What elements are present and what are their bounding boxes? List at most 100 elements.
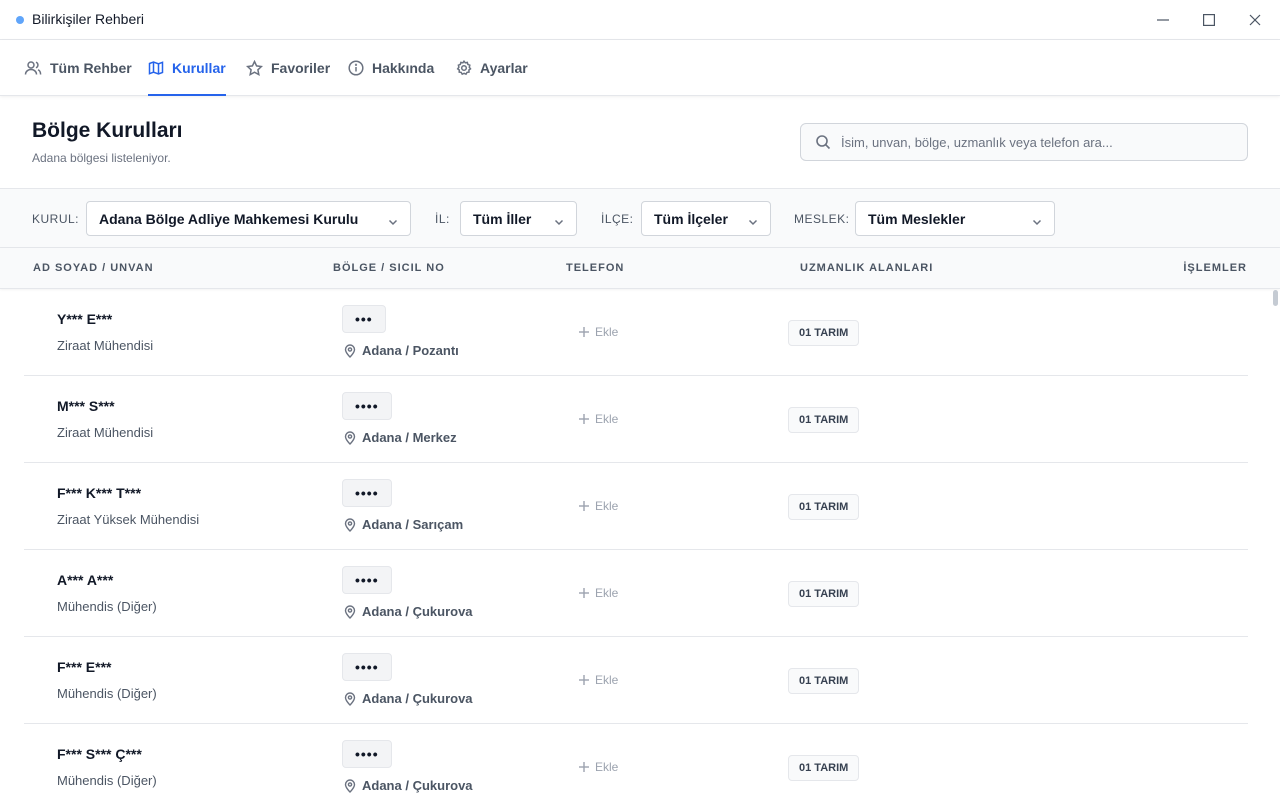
plus-icon bbox=[579, 414, 589, 424]
sicil-no-badge[interactable]: •••• bbox=[342, 479, 392, 507]
kurul-select[interactable]: Adana Bölge Adliye Mahkemesi Kurulu bbox=[86, 201, 411, 236]
map-pin-icon bbox=[344, 604, 356, 619]
column-header-expertise: UZMANLIK ALANLARI bbox=[800, 262, 934, 274]
location-label: Adana / Merkez bbox=[362, 430, 457, 445]
expert-title: Mühendis (Diğer) bbox=[57, 686, 157, 701]
table-row[interactable]: F*** E*** Mühendis (Diğer) •••• Adana / … bbox=[24, 637, 1248, 724]
sicil-no-badge[interactable]: •••• bbox=[342, 392, 392, 420]
add-phone-button[interactable]: Ekle bbox=[579, 325, 618, 339]
location: Adana / Sarıçam bbox=[344, 517, 463, 532]
kurul-filter-label: KURUL: bbox=[32, 212, 80, 226]
expert-name: F*** E*** bbox=[57, 659, 112, 675]
plus-icon bbox=[579, 327, 589, 337]
app-status-dot bbox=[16, 16, 24, 24]
add-phone-button[interactable]: Ekle bbox=[579, 760, 618, 774]
il-select[interactable]: Tüm İller bbox=[460, 201, 577, 236]
il-select-value: Tüm İller bbox=[473, 210, 532, 227]
sicil-no-badge[interactable]: ••• bbox=[342, 305, 386, 333]
expert-title: Mühendis (Diğer) bbox=[57, 599, 157, 614]
expert-name: Y*** E*** bbox=[57, 311, 113, 327]
add-phone-label: Ekle bbox=[595, 586, 619, 600]
expert-title: Ziraat Yüksek Mühendisi bbox=[57, 512, 200, 527]
main-nav: Tüm Rehber Kurullar Favoriler Hakkında A… bbox=[0, 40, 1280, 96]
page-subtitle: Adana bölgesi listeleniyor. bbox=[32, 151, 171, 165]
ilce-select[interactable]: Tüm İlçeler bbox=[641, 201, 771, 236]
add-phone-label: Ekle bbox=[595, 760, 619, 774]
expert-list: Y*** E*** Ziraat Mühendisi ••• Adana / P… bbox=[24, 289, 1248, 800]
map-pin-icon bbox=[344, 343, 356, 358]
meslek-select[interactable]: Tüm Meslekler bbox=[855, 201, 1055, 236]
location-label: Adana / Çukurova bbox=[362, 778, 473, 793]
expert-title: Ziraat Mühendisi bbox=[57, 425, 154, 440]
expert-name: A*** A*** bbox=[57, 572, 114, 588]
location: Adana / Çukurova bbox=[344, 691, 473, 706]
table-row[interactable]: M*** S*** Ziraat Mühendisi •••• Adana / … bbox=[24, 376, 1248, 463]
location-label: Adana / Sarıçam bbox=[362, 517, 464, 532]
location: Adana / Pozantı bbox=[344, 343, 459, 358]
tab-ayarlar[interactable]: Ayarlar bbox=[456, 40, 528, 96]
meslek-select-value: Tüm Meslekler bbox=[868, 210, 966, 227]
location-label: Adana / Çukurova bbox=[362, 604, 473, 619]
search-box[interactable] bbox=[800, 123, 1248, 161]
table-header: AD SOYAD / UNVAN BÖLGE / SICIL NO TELEFO… bbox=[0, 248, 1280, 289]
scrollbar-thumb[interactable] bbox=[1273, 290, 1278, 306]
add-phone-button[interactable]: Ekle bbox=[579, 586, 618, 600]
table-row[interactable]: F*** K*** T*** Ziraat Yüksek Mühendisi •… bbox=[24, 463, 1248, 550]
page-title: Bölge Kurulları bbox=[32, 119, 183, 142]
add-phone-button[interactable]: Ekle bbox=[579, 412, 618, 426]
expert-title: Mühendis (Diğer) bbox=[57, 773, 157, 788]
expertise-tag: 01 TARIM bbox=[788, 755, 860, 781]
sicil-no-badge[interactable]: •••• bbox=[342, 653, 392, 681]
tab-label: Ayarlar bbox=[480, 60, 528, 76]
close-button[interactable] bbox=[1232, 0, 1278, 40]
gear-icon bbox=[456, 60, 472, 76]
add-phone-label: Ekle bbox=[595, 325, 619, 339]
location: Adana / Çukurova bbox=[344, 604, 473, 619]
location: Adana / Merkez bbox=[344, 430, 457, 445]
expert-title: Ziraat Mühendisi bbox=[57, 338, 154, 353]
maximize-icon bbox=[1203, 14, 1215, 26]
minimize-button[interactable] bbox=[1140, 0, 1186, 40]
map-pin-icon bbox=[344, 778, 356, 793]
table-row[interactable]: A*** A*** Mühendis (Diğer) •••• Adana / … bbox=[24, 550, 1248, 637]
tab-label: Tüm Rehber bbox=[50, 60, 132, 76]
tab-kurullar[interactable]: Kurullar bbox=[148, 40, 226, 96]
close-icon bbox=[1249, 14, 1261, 26]
maximize-button[interactable] bbox=[1186, 0, 1232, 40]
expert-name: M*** S*** bbox=[57, 398, 115, 414]
meslek-filter-label: MESLEK: bbox=[794, 212, 850, 226]
map-icon bbox=[148, 61, 164, 75]
plus-icon bbox=[579, 501, 589, 511]
expertise-tag: 01 TARIM bbox=[788, 320, 860, 346]
add-phone-label: Ekle bbox=[595, 499, 619, 513]
location: Adana / Çukurova bbox=[344, 778, 473, 793]
chevron-down-icon bbox=[1032, 214, 1042, 230]
chevron-down-icon bbox=[748, 214, 758, 230]
location-label: Adana / Pozantı bbox=[362, 343, 459, 358]
search-input[interactable] bbox=[841, 134, 1221, 150]
star-icon bbox=[246, 59, 263, 76]
column-header-phone: TELEFON bbox=[566, 262, 625, 274]
tab-tum-rehber[interactable]: Tüm Rehber bbox=[24, 40, 132, 96]
map-pin-icon bbox=[344, 691, 356, 706]
info-icon bbox=[348, 60, 364, 76]
tab-label: Kurullar bbox=[172, 60, 226, 76]
add-phone-label: Ekle bbox=[595, 673, 619, 687]
expertise-tag: 01 TARIM bbox=[788, 668, 860, 694]
sicil-no-badge[interactable]: •••• bbox=[342, 740, 392, 768]
users-icon bbox=[24, 61, 42, 75]
add-phone-button[interactable]: Ekle bbox=[579, 673, 618, 687]
tab-hakkinda[interactable]: Hakkında bbox=[348, 40, 434, 96]
sicil-no-badge[interactable]: •••• bbox=[342, 566, 392, 594]
plus-icon bbox=[579, 675, 589, 685]
tab-label: Favoriler bbox=[271, 60, 331, 76]
add-phone-button[interactable]: Ekle bbox=[579, 499, 618, 513]
expert-name: F*** S*** Ç*** bbox=[57, 746, 142, 762]
column-header-name: AD SOYAD / UNVAN bbox=[33, 262, 154, 274]
title-bar: Bilirkişiler Rehberi bbox=[0, 0, 1280, 40]
tab-favoriler[interactable]: Favoriler bbox=[246, 40, 330, 96]
table-row[interactable]: F*** S*** Ç*** Mühendis (Diğer) •••• Ada… bbox=[24, 724, 1248, 800]
expertise-tag: 01 TARIM bbox=[788, 407, 860, 433]
expert-name: F*** K*** T*** bbox=[57, 485, 142, 501]
table-row[interactable]: Y*** E*** Ziraat Mühendisi ••• Adana / P… bbox=[24, 289, 1248, 376]
